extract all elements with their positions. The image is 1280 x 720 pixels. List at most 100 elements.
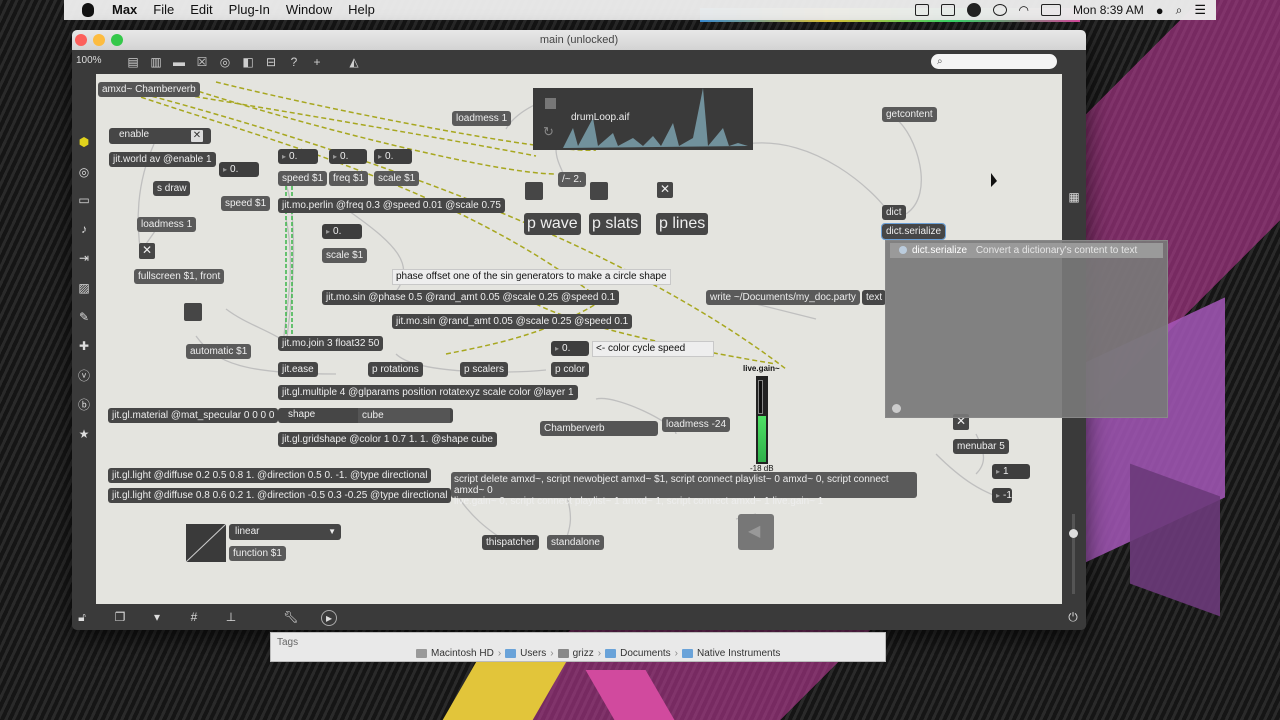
bang-button[interactable] — [590, 182, 608, 200]
number-box[interactable]: 0. — [374, 149, 412, 164]
number-icon[interactable]: ⊟ — [264, 55, 278, 69]
curve-type-dropdown[interactable]: linear ▼ — [229, 524, 341, 540]
star-icon[interactable]: ★ — [76, 426, 92, 442]
menu-file[interactable]: File — [145, 0, 182, 20]
enable-toggle[interactable]: ✕ — [191, 130, 203, 142]
speaker-icon[interactable]: ◀ — [738, 514, 774, 550]
comment-icon[interactable]: ▾ — [149, 610, 165, 624]
menu-plug-in[interactable]: Plug-In — [221, 0, 278, 20]
path-item[interactable]: Native Instruments — [697, 648, 780, 659]
loadmess-object[interactable]: loadmess 1 — [137, 217, 197, 232]
jit-mo-perlin-object[interactable]: jit.mo.perlin @freq 0.3 @speed 0.01 @sca… — [278, 198, 505, 213]
presentation-mode-icon[interactable]: ❐ — [112, 610, 128, 624]
grid-icon[interactable]: ▦ — [1066, 189, 1082, 205]
number-box[interactable]: 0. — [322, 224, 362, 239]
playlist-waveform[interactable]: ↻ drumLoop.aif — [533, 88, 753, 150]
spotlight-search-icon[interactable]: ⌕ — [1176, 3, 1183, 18]
inlet-icon[interactable]: ◧ — [241, 55, 255, 69]
p-wave-subpatcher[interactable]: p wave — [524, 213, 581, 235]
number-box[interactable]: 0. — [329, 149, 367, 164]
object-autocomplete-popup[interactable]: dict.serialize Convert a dictionary's co… — [885, 240, 1168, 418]
notification-center-icon[interactable]: ☰ — [1194, 2, 1206, 18]
write-message[interactable]: write ~/Documents/my_doc.party — [706, 290, 860, 305]
camera-icon[interactable] — [940, 4, 955, 16]
shape-umenu[interactable]: shape cube — [278, 408, 453, 423]
arrows-icon[interactable]: ⇥ — [76, 250, 92, 266]
zoom-level[interactable]: 100% — [76, 55, 102, 66]
pencil-icon[interactable]: ✎ — [76, 309, 92, 325]
message-icon[interactable]: ◎ — [218, 55, 232, 69]
add-object-icon[interactable]: + — [310, 55, 324, 69]
dict-serialize-object[interactable]: dict.serialize — [880, 223, 947, 240]
gain-thumb[interactable] — [758, 380, 763, 414]
fullscreen-toggle[interactable] — [139, 243, 155, 259]
comment-icon[interactable]: ▬ — [172, 55, 186, 69]
jit-gl-light-object[interactable]: jit.gl.light @diffuse 0.2 0.5 0.8 1. @di… — [108, 468, 432, 483]
number-box[interactable]: 0. — [219, 162, 259, 177]
live-gain-slider[interactable] — [756, 376, 768, 464]
bluetooth-icon[interactable] — [992, 4, 1007, 16]
scrollbar[interactable] — [1072, 514, 1075, 594]
p-scalers-subpatcher[interactable]: p scalers — [460, 362, 509, 377]
amxd-chamberverb-object[interactable]: amxd~ Chamberverb — [98, 82, 200, 97]
jit-gl-multiple-object[interactable]: jit.gl.multiple 4 @glparams position rot… — [278, 385, 578, 400]
v-icon[interactable]: ⓥ — [76, 368, 92, 384]
music-note-icon[interactable]: ♪ — [76, 221, 92, 237]
dict-object[interactable]: dict — [882, 205, 906, 220]
jit-mo-join-object[interactable]: jit.mo.join 3 float32 50 — [278, 336, 384, 351]
p-lines-subpatcher[interactable]: p lines — [656, 213, 709, 235]
loop-icon[interactable]: ↻ — [543, 124, 554, 140]
presentation-icon[interactable]: ▤ — [126, 55, 140, 69]
fullscreen-message[interactable]: fullscreen $1, front — [134, 269, 225, 284]
function-graph[interactable] — [185, 523, 227, 563]
paint-bucket-icon[interactable]: ◭ — [347, 55, 361, 69]
menubar-clock[interactable]: Mon 8:39 AM — [1073, 3, 1144, 17]
power-icon[interactable]: ⏻ — [1065, 610, 1081, 624]
script-message[interactable]: script delete amxd~, script newobject am… — [451, 472, 917, 507]
chamberverb-menu[interactable]: Chamberverb — [540, 421, 658, 436]
loadmess-object[interactable]: loadmess 1 — [452, 111, 512, 126]
text-object[interactable]: text — [862, 290, 887, 305]
play-icon[interactable]: ▸ — [321, 610, 337, 626]
lock-icon[interactable]: 🔓︎ — [74, 610, 90, 624]
path-item[interactable]: Users — [520, 648, 546, 659]
scale-message[interactable]: scale $1 — [322, 248, 368, 263]
shape-dropdown[interactable]: cube — [358, 408, 450, 423]
snap-icon[interactable]: ⊥ — [223, 610, 239, 624]
panel-icon[interactable]: ▭ — [76, 192, 92, 208]
menu-window[interactable]: Window — [278, 0, 340, 20]
color-speed-number[interactable]: 0. — [551, 341, 589, 356]
getcontent-message[interactable]: getcontent — [882, 107, 937, 122]
image-icon[interactable]: ▨ — [76, 280, 92, 296]
speed-message[interactable]: speed $1 — [221, 196, 271, 211]
send-draw-object[interactable]: s draw — [153, 181, 191, 196]
automatic-message[interactable]: automatic $1 — [186, 344, 252, 359]
object-icon[interactable]: ☒ — [195, 55, 209, 69]
jit-mo-sin-object[interactable]: jit.mo.sin @rand_amt 0.05 @scale 0.25 @s… — [392, 314, 633, 329]
p-rotations-subpatcher[interactable]: p rotations — [368, 362, 423, 377]
toggle-button[interactable] — [657, 182, 673, 198]
jit-ease-object[interactable]: jit.ease — [278, 362, 318, 377]
thispatcher-object[interactable]: thispatcher — [482, 535, 539, 550]
jit-world-object[interactable]: jit.world av @enable 1 — [109, 152, 216, 167]
loadmess-minus24-object[interactable]: loadmess -24 — [662, 417, 731, 432]
puzzle-icon[interactable]: ✚ — [76, 338, 92, 354]
menu-edit[interactable]: Edit — [182, 0, 220, 20]
help-icon[interactable]: ? — [287, 55, 301, 69]
search-field[interactable]: ⌕ — [931, 54, 1057, 69]
wrench-icon[interactable]: 🔧︎ — [283, 610, 299, 624]
divide-signal-object[interactable]: /~ 2. — [558, 172, 586, 187]
path-item[interactable]: Documents — [620, 648, 671, 659]
screen-record-icon[interactable] — [914, 4, 929, 16]
bang-button[interactable] — [525, 182, 543, 200]
standalone-message[interactable]: standalone — [547, 535, 604, 550]
menu-help[interactable]: Help — [340, 0, 383, 20]
popup-resize-handle[interactable] — [892, 404, 901, 413]
number-box[interactable]: 0. — [278, 149, 318, 164]
target-icon[interactable]: ◎ — [76, 164, 92, 180]
p-color-subpatcher[interactable]: p color — [551, 362, 590, 377]
jit-gl-gridshape-object[interactable]: jit.gl.gridshape @color 1 0.7 1. 1. @sha… — [278, 432, 497, 447]
b-icon[interactable]: ⓑ — [76, 397, 92, 413]
jit-gl-material-object[interactable]: jit.gl.material @mat_specular 0 0 0 0 — [108, 408, 279, 423]
jit-mo-sin-object[interactable]: jit.mo.sin @phase 0.5 @rand_amt 0.05 @sc… — [322, 290, 620, 305]
